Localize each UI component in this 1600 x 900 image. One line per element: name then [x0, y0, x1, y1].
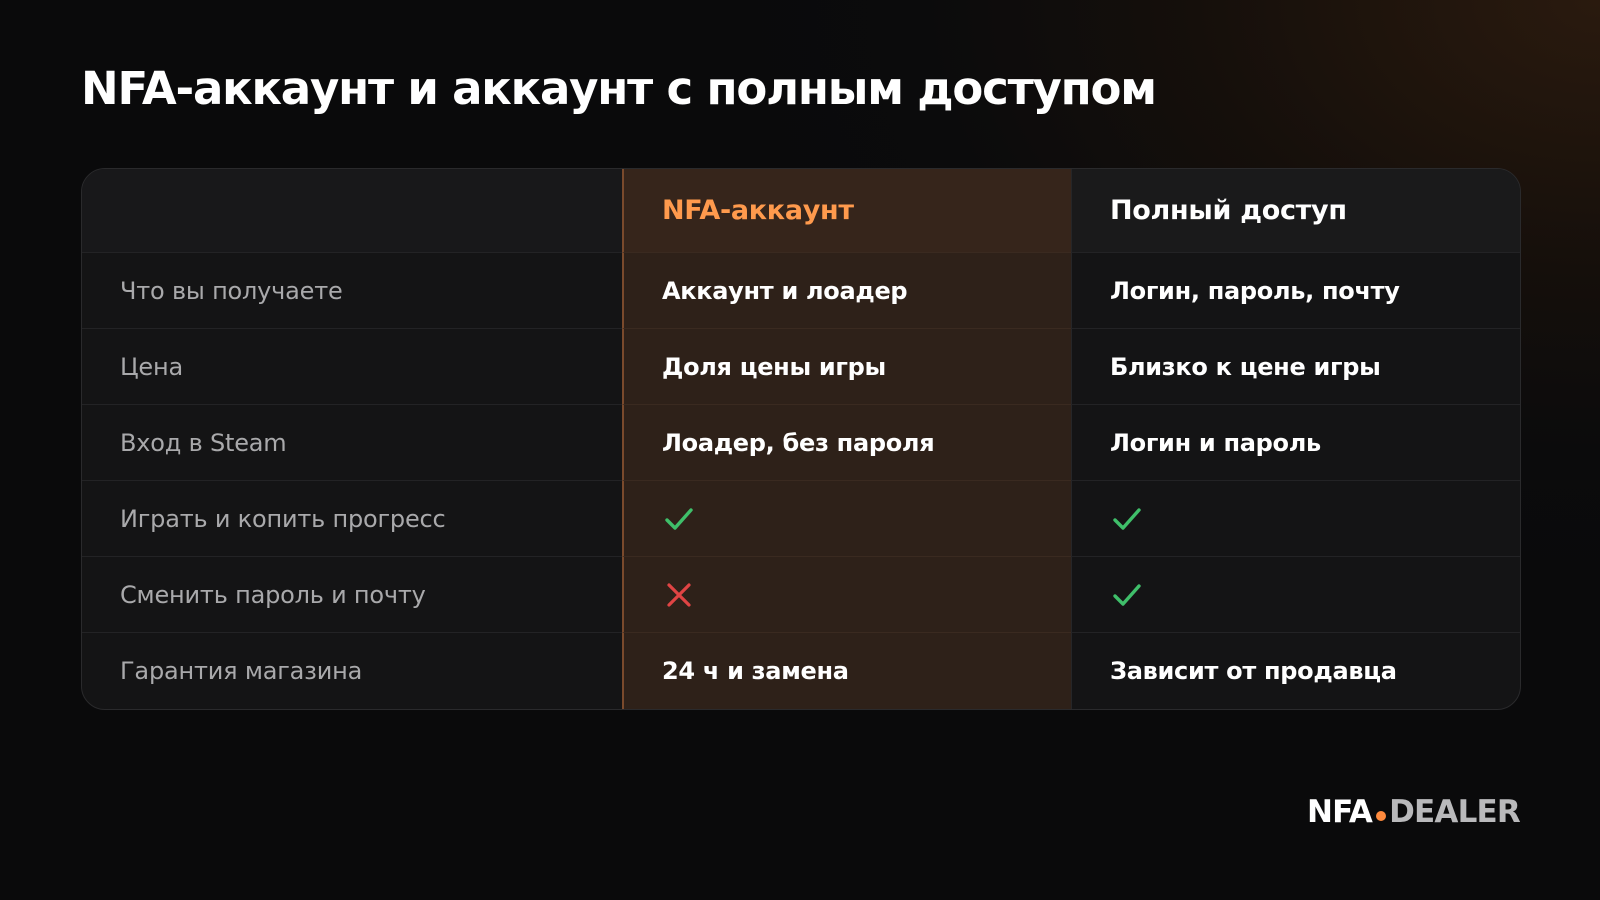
row-label: Вход в Steam — [82, 405, 622, 481]
row-label: Играть и копить прогресс — [82, 481, 622, 557]
nfa-value: Лоадер, без пароля — [622, 405, 1071, 481]
check-icon — [1110, 578, 1144, 612]
page-title: NFA-аккаунт и аккаунт с полным доступом — [81, 62, 1157, 115]
full-access-value — [1071, 557, 1520, 633]
table-header-corner — [82, 169, 622, 253]
check-icon — [1110, 502, 1144, 536]
full-access-value: Логин, пароль, почту — [1071, 253, 1520, 329]
full-access-value: Зависит от продавца — [1071, 633, 1520, 709]
row-label: Сменить пароль и почту — [82, 557, 622, 633]
column-header-nfa: NFA-аккаунт — [622, 169, 1071, 253]
nfa-value: Доля цены игры — [622, 329, 1071, 405]
full-access-value: Близко к цене игры — [1071, 329, 1520, 405]
full-access-value — [1071, 481, 1520, 557]
nfa-value: 24 ч и замена — [622, 633, 1071, 709]
nfa-value — [622, 557, 1071, 633]
comparison-table: NFA-аккаунт Полный доступ Что вы получае… — [81, 168, 1521, 710]
brand-logo: NFA DEALER — [1306, 794, 1521, 830]
column-header-full-access: Полный доступ — [1071, 169, 1520, 253]
nfa-value — [622, 481, 1071, 557]
row-label: Цена — [82, 329, 622, 405]
logo-dot-icon — [1376, 811, 1387, 821]
nfa-value: Аккаунт и лоадер — [622, 253, 1071, 329]
full-access-value: Логин и пароль — [1071, 405, 1520, 481]
logo-nfa-text: NFA — [1306, 794, 1373, 830]
logo-dealer-text: DEALER — [1389, 794, 1521, 830]
row-label: Что вы получаете — [82, 253, 622, 329]
cross-icon — [662, 578, 696, 612]
check-icon — [662, 502, 696, 536]
row-label: Гарантия магазина — [120, 657, 363, 685]
